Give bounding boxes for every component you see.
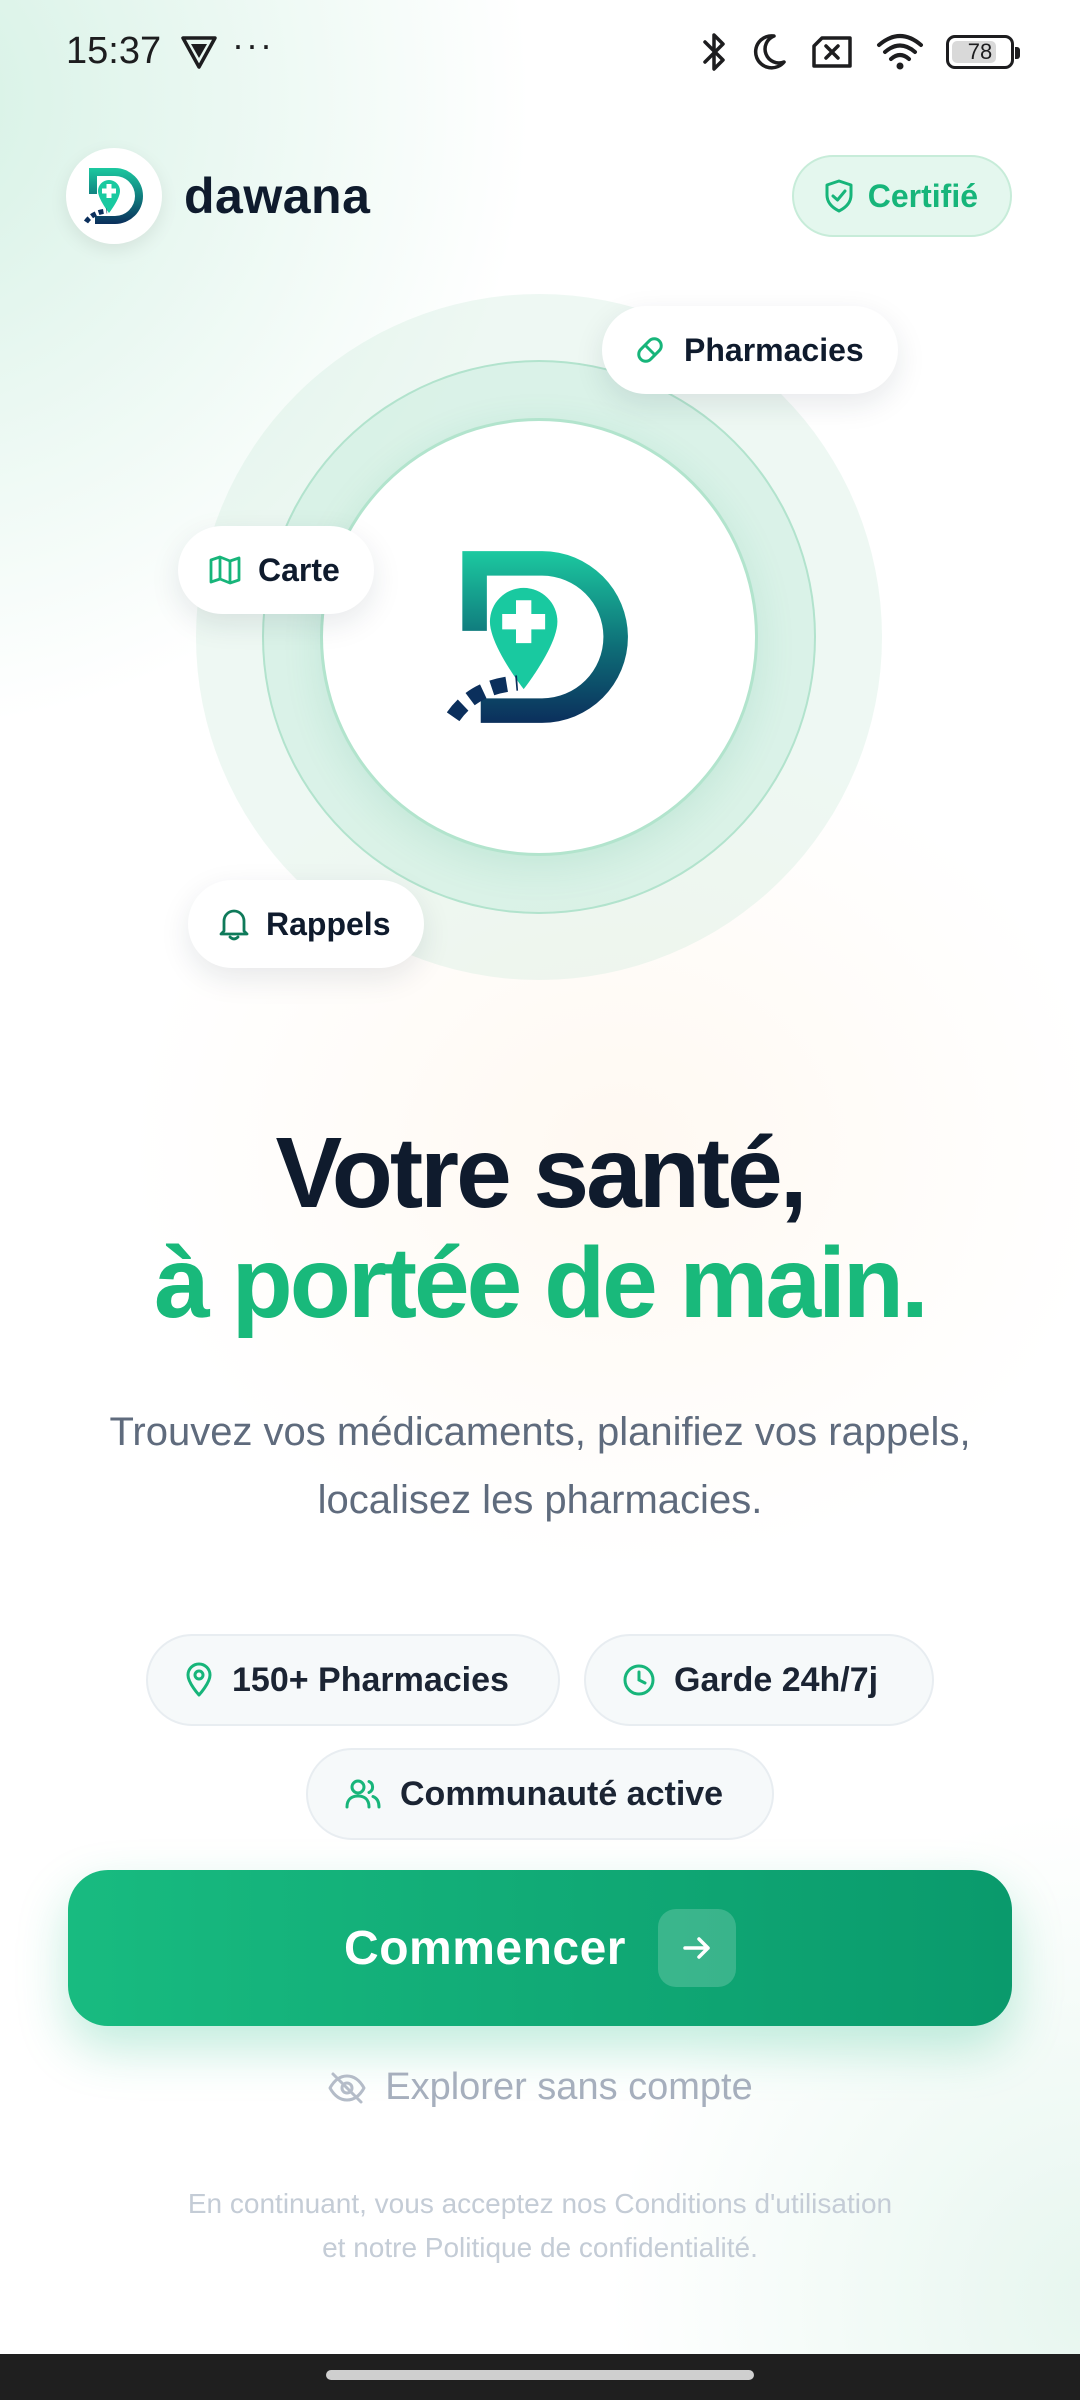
- explore-label: Explorer sans compte: [385, 2066, 753, 2108]
- battery-level: 78: [967, 39, 993, 64]
- users-icon: [345, 1779, 381, 1809]
- chip-reminders-label: Rappels: [266, 905, 391, 942]
- chip-pharmacies-label: Pharmacies: [684, 331, 864, 368]
- pill-icon: [637, 337, 663, 363]
- chip-map-label: Carte: [258, 551, 340, 588]
- legal-notice: En continuant, vous acceptez nos Conditi…: [100, 2182, 980, 2270]
- battery-icon: 78: [946, 35, 1020, 69]
- map-icon: [209, 555, 241, 585]
- shield-check-icon: [825, 179, 853, 213]
- chip-pharmacies: Pharmacies: [602, 306, 898, 394]
- vpn-icon: [181, 36, 217, 69]
- clock-icon: [623, 1664, 655, 1696]
- explore-without-account-link[interactable]: Explorer sans compte: [0, 2066, 1080, 2109]
- hero-logo-icon: [447, 551, 628, 723]
- status-bar: 15:37 ··· 78: [0, 0, 1080, 104]
- feature-pharmacies: 150+ Pharmacies: [146, 1634, 560, 1726]
- feature-duty-label: Garde 24h/7j: [674, 1660, 879, 1699]
- headline-line2: à portée de main.: [154, 1227, 928, 1339]
- status-icons: 78: [702, 28, 1020, 76]
- headline-line1: Votre santé,: [275, 1117, 808, 1229]
- bell-icon: [219, 909, 249, 941]
- subtitle: Trouvez vos médicaments, planifiez vos r…: [109, 1410, 971, 1522]
- chip-reminders: Rappels: [188, 880, 425, 968]
- bluetooth-icon: [703, 33, 725, 71]
- feature-duty: Garde 24h/7j: [584, 1634, 934, 1726]
- wifi-icon: [877, 34, 923, 70]
- headline: Votre santé, à portée de main.: [0, 1118, 1080, 1338]
- hero-logo-circle: [320, 418, 758, 856]
- moon-icon: [753, 34, 786, 70]
- start-button-label: Commencer: [344, 1921, 626, 1975]
- status-overflow-icon: ···: [232, 24, 274, 65]
- arrow-right-icon: [657, 1909, 736, 1987]
- chip-map: Carte: [178, 526, 374, 614]
- certified-badge: Certifié: [791, 155, 1012, 237]
- legal-line-1: En continuant, vous acceptez nos Conditi…: [187, 2188, 893, 2219]
- certified-label: Certifié: [867, 177, 978, 214]
- sim-icon: [812, 36, 852, 68]
- start-button[interactable]: Commencer: [68, 1870, 1012, 2026]
- eye-off-icon: [328, 2072, 366, 2103]
- location-pin-icon: [186, 1662, 212, 1697]
- feature-pharmacies-label: 150+ Pharmacies: [232, 1660, 509, 1699]
- brand: dawana: [66, 148, 370, 244]
- status-time: 15:37: [66, 30, 162, 72]
- legal-line-2: et notre Politique de confidentialité.: [322, 2232, 758, 2263]
- home-gesture-handle[interactable]: [326, 2370, 754, 2380]
- app-name: dawana: [184, 168, 371, 224]
- feature-community-label: Communauté active: [400, 1774, 724, 1813]
- app-logo-icon: [66, 148, 162, 244]
- feature-community: Communauté active: [306, 1748, 774, 1840]
